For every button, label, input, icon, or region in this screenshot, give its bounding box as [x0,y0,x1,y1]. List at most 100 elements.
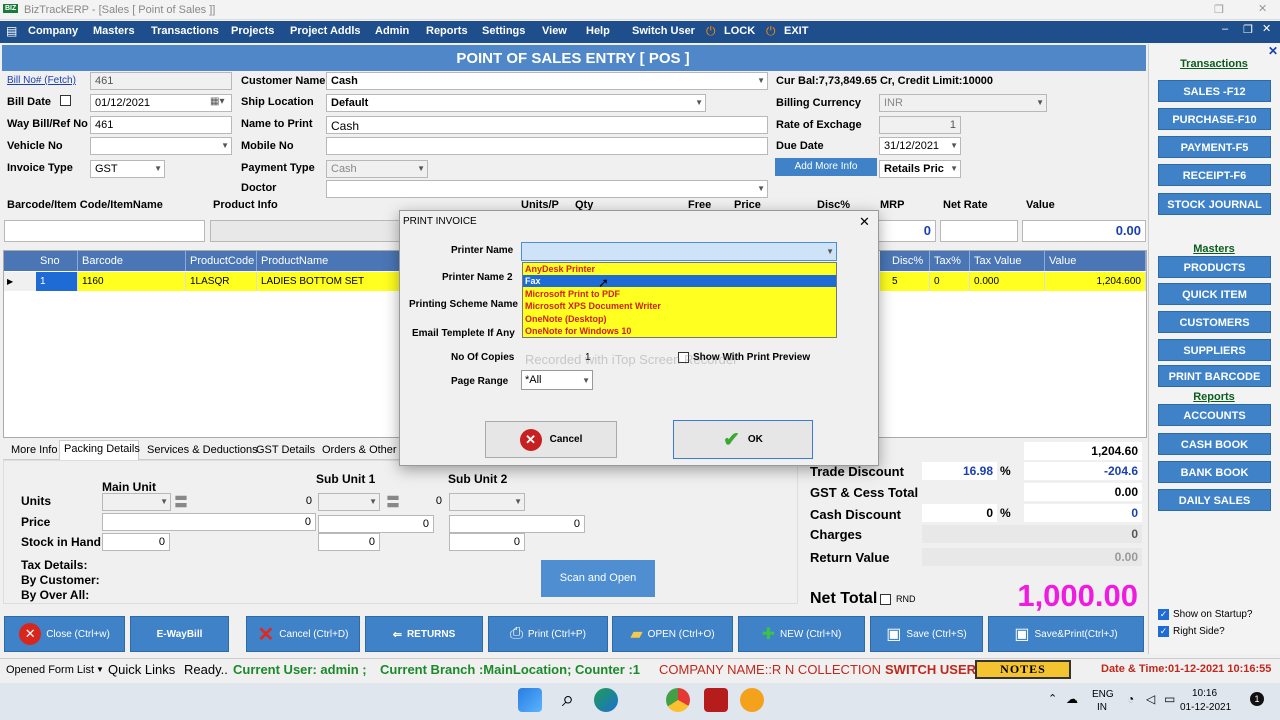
clock-date[interactable]: 01-12-2021 [1180,702,1231,713]
sidebar-purchase-button[interactable]: PURCHASE-F10 [1158,108,1271,130]
cell-barcode[interactable]: 1160 [78,272,186,291]
show-startup-checkbox[interactable]: ✓ [1158,609,1169,620]
tab-packing-details[interactable]: Packing Details [64,443,140,455]
name-to-print-field[interactable]: Cash [326,116,768,134]
page-range-select[interactable]: *All ▼ [521,370,593,390]
printer-option-xps[interactable]: Microsoft XPS Document Writer [523,300,836,312]
sidebar-cash-book-button[interactable]: CASH BOOK [1158,433,1271,455]
chat-app-icon[interactable] [740,688,764,712]
mdi-close-icon[interactable]: ✕ [1262,22,1271,35]
exchange-field[interactable]: 1 [879,116,961,134]
sidebar-bank-book-button[interactable]: BANK BOOK [1158,461,1271,483]
price-value1[interactable]: 0 [102,513,316,531]
lang-in[interactable]: IN [1097,702,1107,713]
notes-button[interactable]: NOTES [975,660,1071,679]
sidebar-close-icon[interactable]: ✕ [1268,44,1278,58]
cancel-bill-button[interactable]: ✕ Cancel (Ctrl+D) [246,616,360,652]
sidebar-quick-item-button[interactable]: QUICK ITEM [1158,283,1271,305]
cell-productcode[interactable]: 1LASQR [186,272,257,291]
mdi-minimize-icon[interactable]: – [1222,23,1228,35]
sidebar-suppliers-button[interactable]: SUPPLIERS [1158,339,1271,361]
menu-lock[interactable]: LOCK [724,25,755,37]
price-value3[interactable]: 0 [449,515,585,533]
trade-discount-value[interactable]: -204.6 [1024,462,1142,480]
bill-no-field[interactable]: 461 [90,72,232,90]
billing-currency-select[interactable]: INR ▼ [879,94,1047,112]
menu-view[interactable]: View [542,25,567,37]
price-type-select[interactable]: Retails Pric ▼ [879,160,961,178]
edge-browser-icon[interactable] [594,688,618,712]
bill-no-link[interactable]: Bill No# (Fetch) [7,75,76,86]
printer-name-select[interactable]: ▼ [521,242,837,261]
bill-date-checkbox[interactable] [60,95,71,106]
quick-links[interactable]: Quick Links [108,662,175,677]
menu-switch-user[interactable]: Switch User [632,25,695,37]
right-side-checkbox[interactable]: ✓ [1158,626,1169,637]
sidebar-accounts-button[interactable]: ACCOUNTS [1158,404,1271,426]
units-value1[interactable]: 0 [268,493,316,511]
rnd-checkbox[interactable] [880,594,891,605]
charges-value[interactable]: 0 [922,525,1142,543]
close-button[interactable]: ✕ Close (Ctrl+w) [4,616,125,652]
price-value2[interactable]: 0 [318,515,434,533]
menu-settings[interactable]: Settings [482,25,525,37]
tray-chevron-up-icon[interactable]: ⌃ [1048,692,1057,705]
menu-exit[interactable]: EXIT [784,25,808,37]
search-icon[interactable]: ⌕ [556,688,580,712]
printer-option-anydesk[interactable]: AnyDesk Printer [523,263,836,275]
mdi-restore-icon[interactable]: ❐ [1243,23,1253,36]
dialog-ok-button[interactable]: ✔ OK [673,420,813,459]
ship-location-select[interactable]: Default ▼ [326,94,706,112]
sidebar-customers-button[interactable]: CUSTOMERS [1158,311,1271,333]
opened-form-list[interactable]: Opened Form List [6,664,94,676]
mobile-field[interactable] [326,137,768,155]
sidebar-sales-button[interactable]: SALES -F12 [1158,80,1271,102]
printer-option-pdf[interactable]: Microsoft Print to PDF [523,288,836,300]
dialog-close-icon[interactable]: ✕ [859,214,870,230]
menu-app-icon[interactable]: ▤ [6,24,17,38]
returns-button[interactable]: ⇐ RETURNS [365,616,483,652]
dialog-cancel-button[interactable]: ✕ Cancel [485,421,617,458]
units-value2[interactable]: 0 [402,493,446,511]
cell-taxvalue[interactable]: 0.000 [970,272,1045,291]
barcode-input[interactable] [4,220,205,242]
cell-productname[interactable]: LADIES BOTTOM SET [257,272,400,291]
sidebar-print-barcode-button[interactable]: PRINT BARCODE [1158,365,1271,387]
sidebar-products-button[interactable]: PRODUCTS [1158,256,1271,278]
cash-discount-pct[interactable]: 0 [922,504,997,522]
windows-start-icon[interactable] [518,688,542,712]
waybill-field[interactable]: 461 [90,116,232,134]
recorder-icon[interactable] [704,688,728,712]
scan-and-open-button[interactable]: Scan and Open [541,560,655,597]
value-field[interactable]: 0.00 [1022,220,1146,242]
sidebar-payment-button[interactable]: PAYMENT-F5 [1158,136,1271,158]
table-row[interactable]: 1 [36,272,78,291]
printer-option-fax[interactable]: Fax [523,275,836,287]
main-unit-select[interactable]: ▼ [102,493,171,511]
calendar-icon[interactable]: ▦▾ [210,96,224,107]
tab-services-deductions[interactable]: Services & Deductions [147,444,258,456]
invoice-type-select[interactable]: GST ▼ [90,160,165,178]
menu-company[interactable]: Company [28,25,78,37]
sidebar-stock-journal-button[interactable]: STOCK JOURNAL [1158,193,1271,215]
notification-badge[interactable]: 1 [1250,692,1264,706]
menu-transactions[interactable]: Transactions [151,25,219,37]
close-window-icon[interactable]: ✕ [1258,2,1267,15]
doctor-select[interactable]: ▼ [326,180,768,198]
cell-value[interactable]: 1,204.600 [1045,272,1146,291]
sidebar-receipt-button[interactable]: RECEIPT-F6 [1158,164,1271,186]
printer-option-onenote-desktop[interactable]: OneNote (Desktop) [523,313,836,325]
volume-icon[interactable]: ◁ [1146,692,1155,706]
ewaybill-button[interactable]: E-WayBill [130,616,229,652]
save-print-button[interactable]: ▣ Save&Print(Ctrl+J) [988,616,1144,652]
sidebar-daily-sales-button[interactable]: DAILY SALES [1158,489,1271,511]
sub-unit1-select[interactable]: ▼ [318,493,380,511]
printer-option-onenote-win10[interactable]: OneNote for Windows 10 [523,325,836,337]
clock-time[interactable]: 10:16 [1192,688,1217,699]
payment-type-select[interactable]: Cash ▼ [326,160,428,178]
lang-eng[interactable]: ENG [1092,689,1114,700]
open-button[interactable]: ▰ OPEN (Ctrl+O) [612,616,733,652]
trade-discount-pct[interactable]: 16.98 [922,462,997,480]
new-button[interactable]: ✚ NEW (Ctrl+N) [738,616,865,652]
due-date-picker[interactable]: 31/12/2021 ▼ [879,137,961,155]
